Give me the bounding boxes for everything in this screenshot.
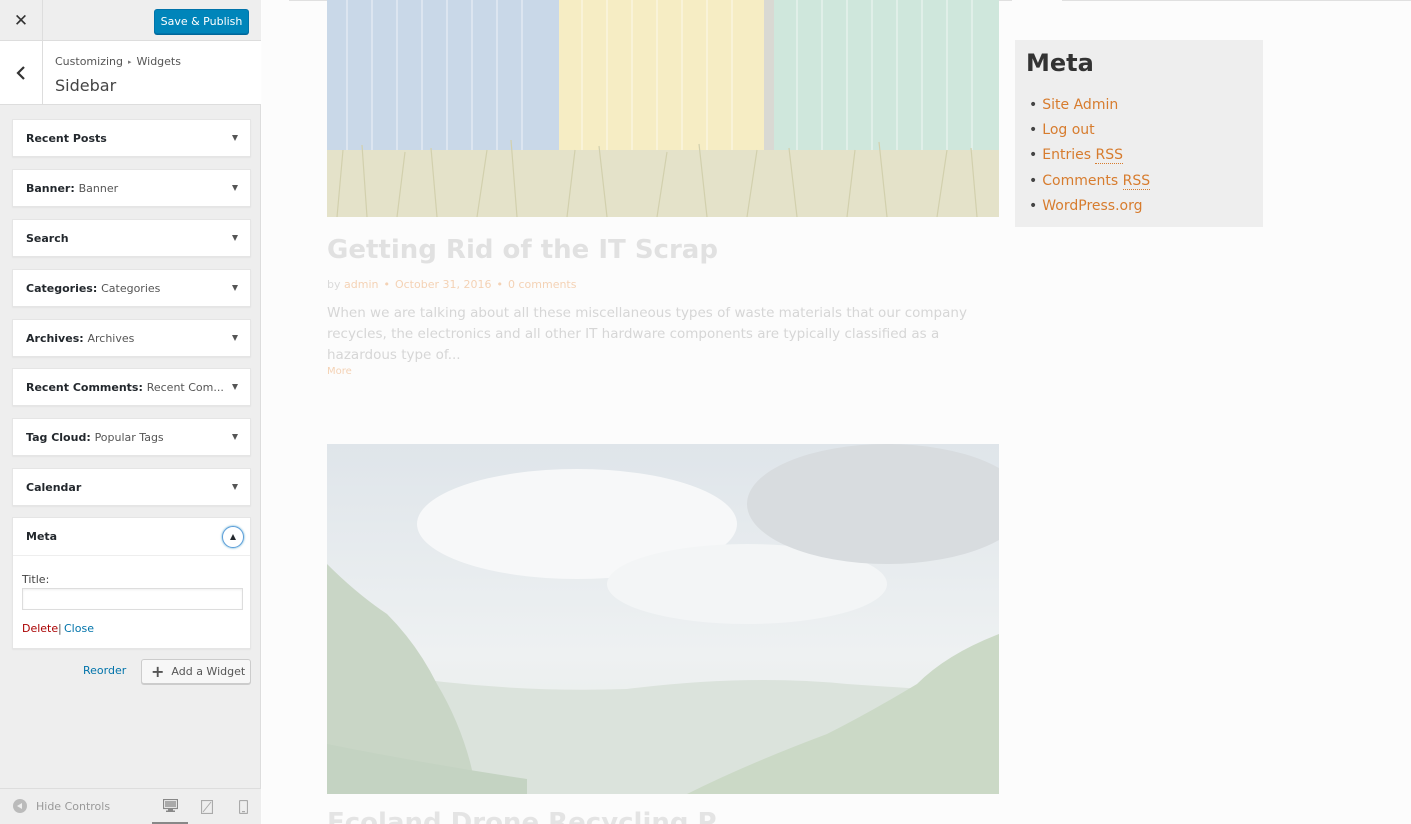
widget-title: Tag Cloud: Popular Tags [26,431,164,444]
customizer-header: ✕ Save & Publish [0,0,261,41]
widget-meta-header[interactable]: Meta [13,518,250,556]
collapse-arrow-icon[interactable] [222,526,244,548]
link-text: Entries [1042,147,1096,164]
chevron-left-icon[interactable] [0,41,43,104]
expand-arrow-icon[interactable] [232,235,238,241]
hide-controls-button[interactable]: Hide Controls [13,799,110,813]
widget-name: Recent Posts [26,132,107,145]
widget-subtitle: Banner [78,182,119,195]
widget-subtitle: Categories [101,282,161,295]
widget-calendar[interactable]: Calendar [12,468,251,506]
expand-arrow-icon[interactable] [232,185,238,191]
expand-arrow-icon[interactable] [232,285,238,291]
post-meta: by admin • October 31, 2016 • 0 comments [327,278,577,291]
desktop-icon[interactable] [152,789,188,824]
post-author-link[interactable]: admin [344,278,378,291]
post-comments-link[interactable]: 0 comments [508,278,577,291]
close-icon[interactable]: ✕ [0,0,43,41]
link-text: Comments [1042,172,1123,189]
read-more-link[interactable]: More [327,366,352,377]
widget-name: Archives [26,332,80,345]
title-field[interactable] [22,588,243,610]
widget-title: Meta [26,530,58,543]
list-item: Site Admin [1029,93,1150,118]
section-title: Sidebar [55,76,117,95]
widget-recent-posts[interactable]: Recent Posts [12,119,251,157]
widget-name: Search [26,232,69,245]
close-link[interactable]: Close [64,622,94,635]
breadcrumb: Customizing ▸ Widgets [55,55,181,68]
site-admin-link[interactable]: Site Admin [1042,97,1118,113]
log-out-link[interactable]: Log out [1042,122,1094,138]
reorder-link[interactable]: Reorder [83,664,126,677]
add-widget-button[interactable]: + Add a Widget [141,659,251,684]
post-featured-image[interactable] [327,0,999,217]
widget-subtitle: Recent Com... [146,381,224,394]
post-featured-image[interactable] [327,444,999,794]
widget-name: Categories [26,282,93,295]
rss-abbr: RSS [1095,147,1123,165]
next-post-title[interactable]: Ecoland Drone Recycling P... [327,808,741,824]
widget-title: Search [26,232,69,245]
sidebar-meta-widget: Meta Site Admin Log out Entries RSS Comm… [1015,40,1263,227]
wordpress-org-link[interactable]: WordPress.org [1042,198,1142,214]
widget-categories[interactable]: Categories: Categories [12,269,251,307]
expand-arrow-icon[interactable] [232,135,238,141]
tablet-icon[interactable] [189,789,225,824]
widget-title: Calendar [26,481,81,494]
widget-name: Calendar [26,481,82,494]
hide-controls-label: Hide Controls [36,799,111,813]
widget-title: Categories: Categories [26,282,161,295]
widget-name: Tag Cloud [26,431,87,444]
widget-banner[interactable]: Banner: Banner [12,169,251,207]
expand-arrow-icon[interactable] [232,335,238,341]
section-header: Customizing ▸ Widgets Sidebar [0,41,261,105]
delete-link[interactable]: Delete [22,622,58,635]
post-excerpt: When we are talking about all these misc… [327,305,967,363]
add-widget-label: Add a Widget [171,665,246,678]
save-publish-button[interactable]: Save & Publish [154,9,249,34]
rss-abbr: RSS [1122,172,1151,190]
link-separator: | [58,622,62,635]
widget-meta: Meta Title: Delete | Close [12,517,251,649]
customizer-footer: Hide Controls [0,788,261,824]
expand-arrow-icon[interactable] [232,384,238,390]
list-item: WordPress.org [1029,194,1150,219]
breadcrumb-item: Widgets [136,55,181,68]
widget-name: Banner [26,182,71,195]
post-date-link[interactable]: October 31, 2016 [395,278,492,291]
post-by-label: by [327,278,341,291]
customizer-panel: ✕ Save & Publish Customizing ▸ Widgets Sid… [0,0,261,824]
widget-title: Recent Comments: Recent Com... [26,381,224,394]
widget-recent-comments[interactable]: Recent Comments: Recent Com... [12,368,251,406]
list-item: Comments RSS [1029,169,1151,194]
breadcrumb-item: Customizing [55,55,123,68]
widget-title: Archives: Archives [26,332,135,345]
breadcrumb-separator-icon: ▸ [127,58,132,66]
widget-name: Recent Comments [26,381,139,394]
widget-tag-cloud[interactable]: Tag Cloud: Popular Tags [12,418,251,456]
widget-subtitle: Archives [87,332,135,345]
expand-arrow-icon[interactable] [232,434,238,440]
widget-search[interactable]: Search [12,219,251,257]
widget-subtitle: Popular Tags [94,431,164,444]
meta-heading: Meta [1026,49,1094,77]
expand-arrow-icon[interactable] [232,484,238,490]
entries-rss-link[interactable]: Entries RSS [1042,147,1123,165]
post-title[interactable]: Getting Rid of the IT Scrap [327,235,718,265]
mobile-icon[interactable] [225,789,261,824]
collapse-sidebar-icon [13,799,27,813]
widget-title: Recent Posts [26,132,107,145]
meta-links-list: Site Admin Log out Entries RSS Comments … [1029,93,1151,219]
widget-title: Banner: Banner [26,182,119,195]
header-divider [1062,0,1411,1]
site-preview: Getting Rid of the IT Scrap by admin • Oct… [262,0,1411,824]
list-item: Entries RSS [1029,143,1150,168]
comments-rss-link[interactable]: Comments RSS [1042,172,1151,190]
list-item: Log out [1029,118,1150,143]
widget-archives[interactable]: Archives: Archives [12,319,251,357]
plus-icon: + [151,661,165,681]
title-field-label: Title: [22,573,50,586]
